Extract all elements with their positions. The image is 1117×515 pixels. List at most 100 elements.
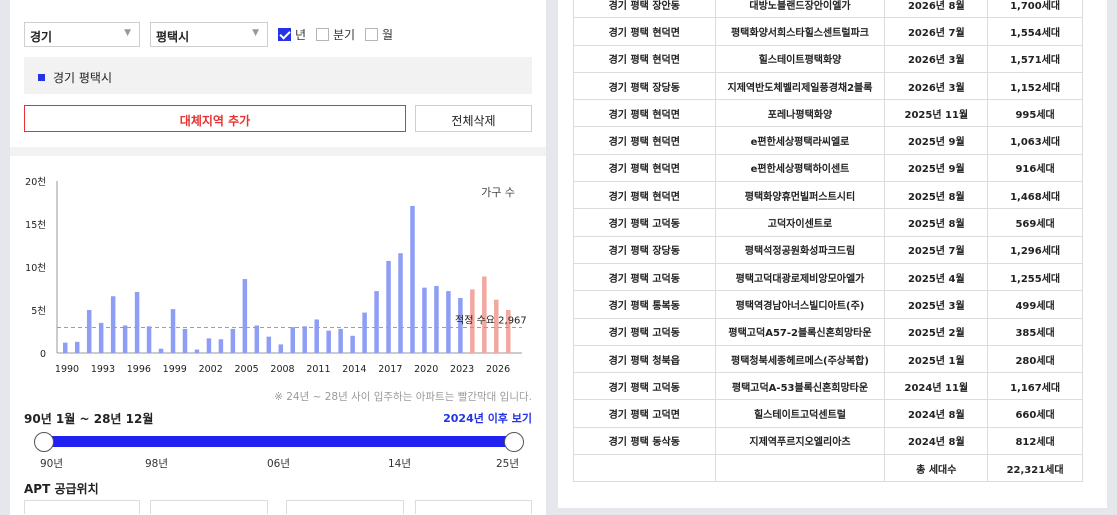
table-row: 경기 평택 고덕동 평택고덕대광로제비앙모아엘가 2025년 4월 1,255세대 bbox=[573, 262, 1083, 292]
table-cell: 평택역경남아너스빌디아트(주) bbox=[714, 290, 886, 319]
x-tick-label: 2026 bbox=[486, 364, 510, 375]
bar-1999 bbox=[170, 309, 176, 353]
y-tick-label: 5천 bbox=[31, 306, 46, 317]
table-cell: 힐스테이트고덕센트럴 bbox=[714, 399, 886, 428]
table-row: 경기 평택 고덕동 평택고덕A57-2블록신혼희망타운 2025년 2월 385세대 bbox=[573, 317, 1083, 346]
bar-2015 bbox=[362, 312, 367, 353]
table-row: 경기 평택 장당동 지제역반도체벨리제일풍경채2블록 2026년 3월 1,152세대 bbox=[573, 71, 1083, 101]
table-cell: 569세대 bbox=[987, 208, 1083, 237]
province-value: 경기 bbox=[30, 30, 53, 44]
table-total-cell: 총 세대수 bbox=[884, 454, 989, 483]
table-cell: 1,167세대 bbox=[987, 372, 1083, 401]
table-cell: 2026년 3월 bbox=[884, 44, 989, 73]
delete-all-button[interactable]: 전체삭제 bbox=[415, 105, 532, 132]
x-tick-label: 2008 bbox=[270, 364, 294, 375]
province-select[interactable]: 경기 ▼ bbox=[24, 22, 140, 47]
bar-2000 bbox=[182, 328, 188, 353]
table-cell: 2025년 1월 bbox=[884, 344, 989, 374]
bar-1998 bbox=[158, 348, 164, 353]
checkbox-month-label: 월 bbox=[382, 28, 394, 42]
x-tick-label: 1993 bbox=[91, 364, 115, 375]
x-tick-label: 1999 bbox=[163, 364, 187, 375]
city-select[interactable]: 평택시 ▼ bbox=[150, 22, 268, 47]
table-cell: 경기 평택 동삭동 bbox=[573, 426, 716, 456]
bar-2004 bbox=[230, 328, 236, 353]
x-tick-label: 2005 bbox=[235, 364, 259, 375]
apt-tab[interactable] bbox=[415, 500, 532, 514]
bar-2021 bbox=[434, 285, 439, 353]
table-cell: 경기 평택 현덕면 bbox=[573, 44, 716, 73]
checkbox-icon bbox=[365, 28, 378, 41]
table-cell: 경기 평택 현덕면 bbox=[573, 17, 716, 46]
add-region-button[interactable]: 대체지역 추가 bbox=[24, 105, 406, 132]
checkbox-year[interactable]: 년 bbox=[278, 26, 306, 43]
table-cell: 2025년 8월 bbox=[884, 208, 989, 237]
view-after-2024-link[interactable]: 2024년 이후 보기 bbox=[443, 410, 532, 426]
checkbox-year-label: 년 bbox=[295, 28, 307, 42]
bar-2006 bbox=[254, 325, 260, 353]
chevron-down-icon: ▼ bbox=[124, 28, 131, 38]
apt-tab[interactable] bbox=[24, 500, 140, 514]
table-empty-cell bbox=[573, 454, 716, 483]
table-cell: 2024년 8월 bbox=[884, 426, 989, 456]
region-item[interactable]: 경기 평택시 bbox=[24, 57, 532, 94]
y-tick-label: 0 bbox=[40, 349, 46, 360]
checkbox-month[interactable]: 월 bbox=[365, 26, 393, 43]
table-cell: 평택화양휴먼빌퍼스트시티 bbox=[714, 181, 886, 210]
table-cell: 2026년 7월 bbox=[884, 17, 989, 46]
bar-2022 bbox=[446, 291, 451, 353]
table-row: 경기 평택 고덕면 힐스테이트고덕센트럴 2024년 8월 660세대 bbox=[573, 399, 1083, 428]
table-row: 경기 평택 동삭동 지제역푸르지오엘리아츠 2024년 8월 812세대 bbox=[573, 426, 1083, 456]
range-slider-track[interactable] bbox=[44, 436, 514, 447]
table-cell: 평택석정공원화성파크드림 bbox=[714, 235, 886, 264]
checkbox-quarter-label: 분기 bbox=[333, 28, 356, 42]
table-cell: 평택고덕A-53블록신혼희망타운 bbox=[714, 372, 886, 401]
table-cell: 평택화양서희스타힐스센트럴파크 bbox=[714, 17, 886, 46]
apt-section-title: APT 공급위치 bbox=[24, 482, 99, 496]
range-slider-end-handle[interactable] bbox=[504, 432, 524, 452]
table-cell: 지제역반도체벨리제일풍경채2블록 bbox=[714, 71, 886, 101]
checkbox-checked-icon bbox=[278, 28, 291, 41]
table-cell: 1,063세대 bbox=[987, 126, 1083, 155]
x-tick-label: 2014 bbox=[342, 364, 366, 375]
table-cell: 대방노블랜드장안이엘가 bbox=[714, 0, 886, 19]
table-row: 경기 평택 장안동 대방노블랜드장안이엘가 2026년 8월 1,700세대 bbox=[573, 0, 1083, 19]
table-cell: 경기 평택 고덕동 bbox=[573, 208, 716, 237]
checkbox-quarter[interactable]: 분기 bbox=[316, 26, 355, 43]
table-row: 경기 평택 고덕동 평택고덕A-53블록신혼희망타운 2024년 11월 1,167세… bbox=[573, 372, 1083, 401]
table-cell: 평택고덕대광로제비앙모아엘가 bbox=[714, 262, 886, 292]
table-cell: 280세대 bbox=[987, 344, 1083, 374]
table-cell: 경기 평택 장당동 bbox=[573, 71, 716, 101]
y-tick-label: 15천 bbox=[25, 220, 46, 231]
range-slider-start-handle[interactable] bbox=[34, 432, 54, 452]
table-cell: 2025년 4월 bbox=[884, 262, 989, 292]
table-cell: 2025년 2월 bbox=[884, 317, 989, 346]
table-cell: 힐스테이트평택화양 bbox=[714, 44, 886, 73]
table-cell: 평택청북세종헤르메스(주상복합) bbox=[714, 344, 886, 374]
table-cell: 2025년 11월 bbox=[884, 99, 989, 128]
x-tick-label: 2023 bbox=[450, 364, 474, 375]
table-cell: 1,255세대 bbox=[987, 262, 1083, 292]
apt-tab[interactable] bbox=[286, 500, 404, 514]
table-cell: 경기 평택 현덕면 bbox=[573, 181, 716, 210]
apt-tab[interactable] bbox=[150, 500, 268, 514]
table-cell: 916세대 bbox=[987, 153, 1083, 183]
table-row: 경기 평택 장당동 평택석정공원화성파크드림 2025년 7월 1,296세대 bbox=[573, 235, 1083, 264]
region-color-icon bbox=[38, 74, 45, 81]
table-cell: 2026년 8월 bbox=[884, 0, 989, 19]
city-value: 평택시 bbox=[156, 30, 190, 44]
table-cell: 지제역푸르지오엘리아츠 bbox=[714, 426, 886, 456]
table-row: 경기 평택 청북읍 평택청북세종헤르메스(주상복합) 2025년 1월 280세대 bbox=[573, 344, 1083, 374]
table-cell: 995세대 bbox=[987, 99, 1083, 128]
table-row: 경기 평택 통복동 평택역경남아너스빌디아트(주) 2025년 3월 499세대 bbox=[573, 290, 1083, 319]
table-cell: 경기 평택 고덕동 bbox=[573, 317, 716, 346]
slider-label: 90년 bbox=[40, 458, 64, 470]
bar-2003 bbox=[218, 339, 224, 353]
bar-2014 bbox=[350, 335, 355, 353]
x-tick-label: 1990 bbox=[55, 364, 79, 375]
table-row: 경기 평택 현덕면 평택화양서희스타힐스센트럴파크 2026년 7월 1,554세대 bbox=[573, 17, 1083, 46]
table-row: 경기 평택 현덕면 포레나평택화양 2025년 11월 995세대 bbox=[573, 99, 1083, 128]
x-tick-label: 2011 bbox=[306, 364, 330, 375]
chart-note: ※ 24년 ~ 28년 사이 입주하는 아파트는 빨간막대 입니다. bbox=[274, 391, 532, 403]
table-cell: 1,571세대 bbox=[987, 44, 1083, 73]
